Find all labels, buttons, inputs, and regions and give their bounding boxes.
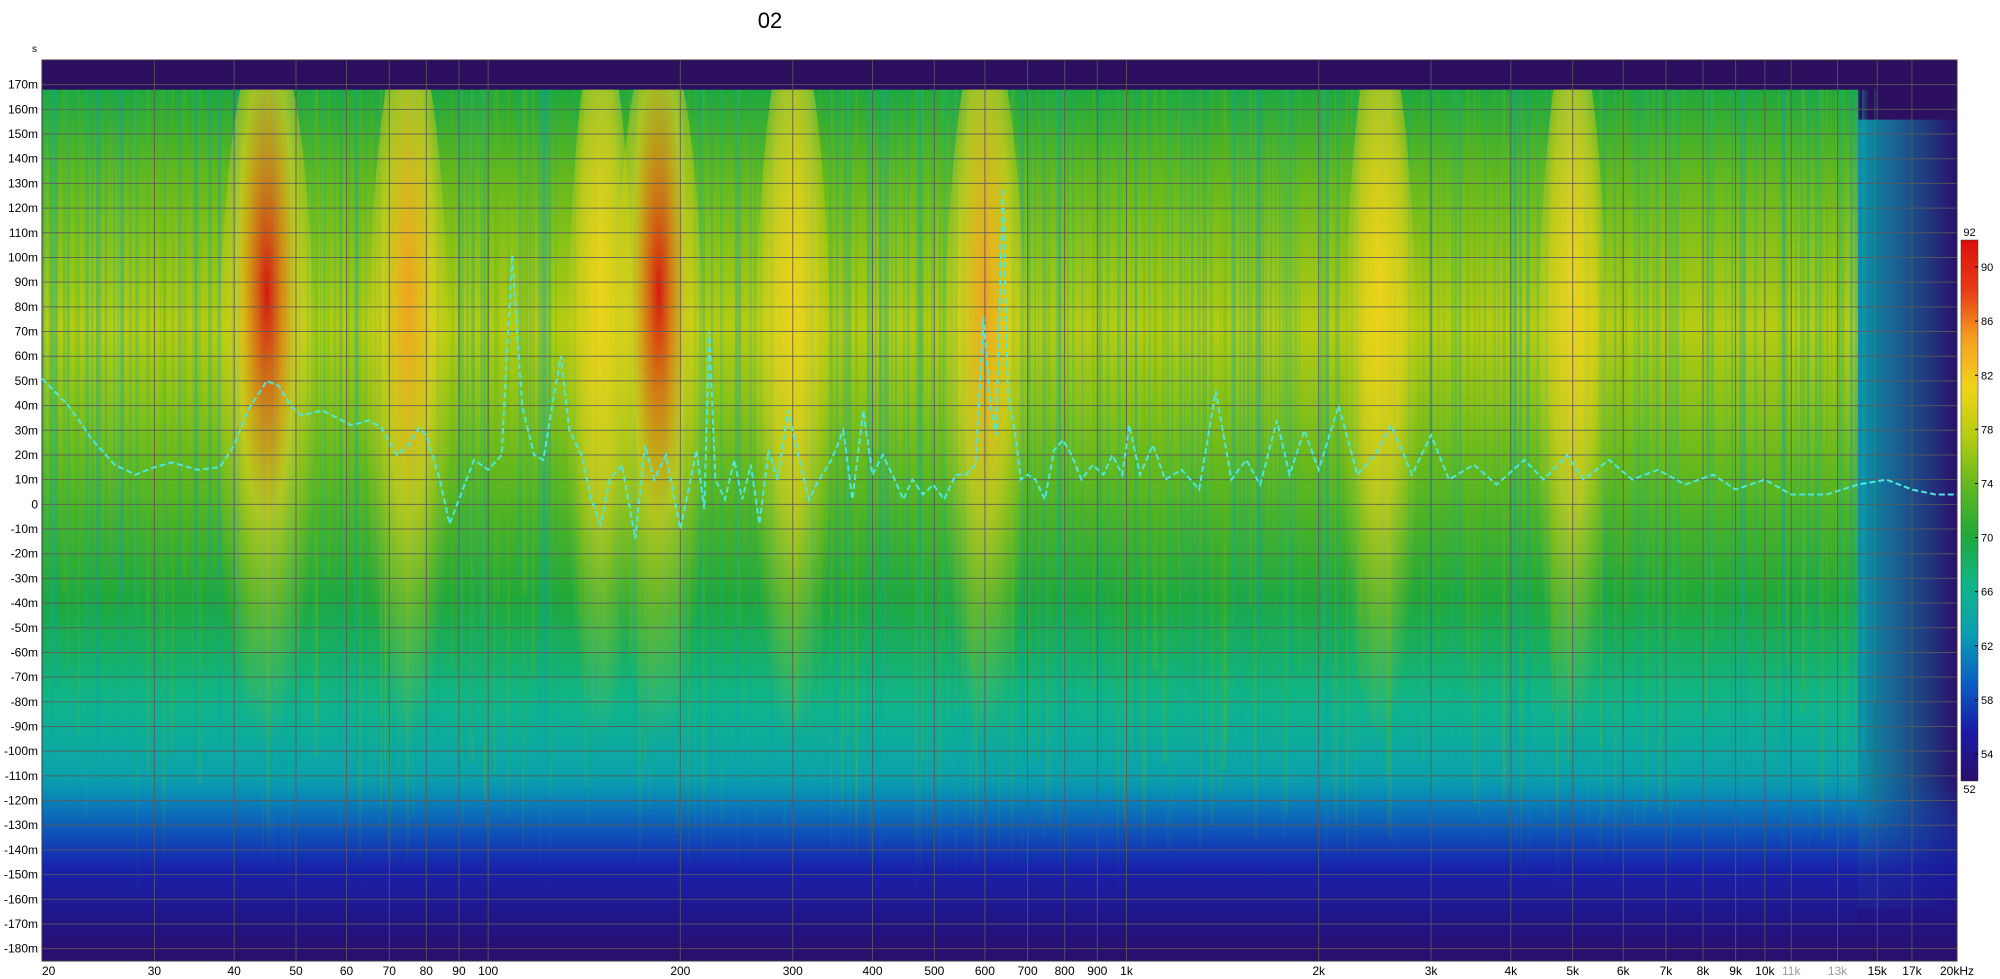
- x-tick-label: 300: [783, 964, 803, 978]
- x-tick-label: 10k: [1755, 964, 1775, 978]
- y-tick-label: -170m: [4, 917, 38, 931]
- colorbar: 92 52 90 86 82 78 74 70 66 62 58 54: [1960, 227, 1993, 796]
- y-tick-label: 50m: [15, 374, 38, 388]
- y-tick-label: -80m: [11, 695, 38, 709]
- y-tick-label: -40m: [11, 596, 38, 610]
- x-tick-label: 100: [478, 964, 498, 978]
- x-tick-label: 60: [340, 964, 354, 978]
- plot-area: [42, 60, 1957, 961]
- y-tick-label: 170m: [8, 78, 38, 92]
- y-tick-label: -140m: [4, 843, 38, 857]
- x-tick-label: 700: [1018, 964, 1038, 978]
- x-tick-label: 40: [227, 964, 241, 978]
- colorbar-tick-label: 86: [1981, 316, 1993, 328]
- x-tick-label: 800: [1055, 964, 1075, 978]
- y-tick-label: -130m: [4, 818, 38, 832]
- colorbar-tick-label: 90: [1981, 262, 1993, 274]
- colorbar-tick-label: 82: [1981, 370, 1993, 382]
- x-tick-labels: 20 30 40 50 60 70 80 90 100 200 300 400 500 600 700 800…: [42, 964, 1974, 978]
- y-tick-label: -160m: [4, 892, 38, 906]
- y-tick-label: 40m: [15, 399, 38, 413]
- x-tick-label: 400: [862, 964, 882, 978]
- colorbar-tick-label: 74: [1981, 478, 1993, 490]
- y-tick-label: 60m: [15, 349, 38, 363]
- x-tick-label: 4k: [1504, 964, 1518, 978]
- y-tick-label: 110m: [9, 226, 38, 240]
- colorbar-tick-label: 70: [1981, 533, 1993, 545]
- x-tick-label: 20kHz: [1940, 964, 1974, 978]
- y-tick-label: -50m: [11, 621, 38, 635]
- x-tick-label: 7k: [1660, 964, 1674, 978]
- y-tick-label: 10m: [15, 473, 38, 487]
- x-tick-label: 5k: [1566, 964, 1580, 978]
- x-tick-label: 90: [452, 964, 466, 978]
- x-tick-label: 17k: [1902, 964, 1922, 978]
- y-tick-label: 150m: [8, 127, 38, 141]
- y-tick-label: 70m: [15, 325, 38, 339]
- x-tick-label: 30: [148, 964, 162, 978]
- y-tick-label: -30m: [11, 571, 38, 585]
- y-tick-label: -70m: [11, 670, 38, 684]
- spectrogram-chart: s 20 30 40 50 60 70 80 90 100 200 300 400 500 600 700 8…: [4, 44, 1993, 978]
- x-tick-label: 80: [420, 964, 434, 978]
- x-tick-label: 20: [42, 964, 56, 978]
- x-tick-label: 500: [924, 964, 944, 978]
- x-tick-label: 200: [670, 964, 690, 978]
- y-tick-label: -90m: [11, 719, 38, 733]
- y-tick-label: -20m: [11, 547, 38, 561]
- x-tick-label: 9k: [1729, 964, 1743, 978]
- x-tick-label: 70: [383, 964, 397, 978]
- y-tick-label: -100m: [4, 744, 38, 758]
- x-tick-label: 1k: [1120, 964, 1134, 978]
- colorbar-max-label: 92: [1963, 227, 1975, 239]
- x-tick-label: 600: [975, 964, 995, 978]
- x-tick-label: 13k: [1828, 964, 1848, 978]
- y-tick-label: 90m: [15, 275, 38, 289]
- y-tick-label: -60m: [11, 645, 38, 659]
- colorbar-min-label: 52: [1963, 784, 1975, 796]
- x-tick-label: 900: [1087, 964, 1107, 978]
- y-unit-label: s: [32, 44, 37, 55]
- x-tick-label: 11k: [1782, 964, 1801, 978]
- y-tick-label: -180m: [4, 942, 38, 956]
- colorbar-tick-label: 78: [1981, 424, 1993, 436]
- y-tick-label: -120m: [4, 794, 38, 808]
- x-tick-label: 8k: [1697, 964, 1711, 978]
- y-tick-label: 160m: [8, 102, 38, 116]
- y-tick-label: -150m: [4, 868, 38, 882]
- y-tick-label: 100m: [8, 250, 38, 264]
- y-tick-label: 130m: [8, 176, 38, 190]
- colorbar-tick-label: 58: [1981, 695, 1993, 707]
- colorbar-tick-label: 66: [1981, 587, 1993, 599]
- x-tick-label: 3k: [1425, 964, 1439, 978]
- y-tick-label: 80m: [15, 300, 38, 314]
- x-tick-label: 15k: [1868, 964, 1888, 978]
- y-tick-label: 140m: [8, 152, 38, 166]
- y-tick-label: 0: [31, 497, 38, 511]
- colorbar-tick-label: 54: [1981, 749, 1993, 761]
- y-tick-label: -110m: [5, 769, 38, 783]
- x-tick-label: 2k: [1312, 964, 1326, 978]
- x-tick-label: 50: [289, 964, 303, 978]
- y-tick-label: 120m: [8, 201, 38, 215]
- y-tick-label: -10m: [11, 522, 38, 536]
- colorbar-tick-label: 62: [1981, 641, 1993, 653]
- decay-fringe: [42, 775, 1957, 961]
- x-tick-label: 6k: [1617, 964, 1631, 978]
- y-tick-labels: 170m 160m 150m 140m 130m 120m 110m 100m 90m 80m 70…: [4, 78, 38, 956]
- y-tick-label: 30m: [15, 423, 38, 437]
- y-tick-label: 20m: [15, 448, 38, 462]
